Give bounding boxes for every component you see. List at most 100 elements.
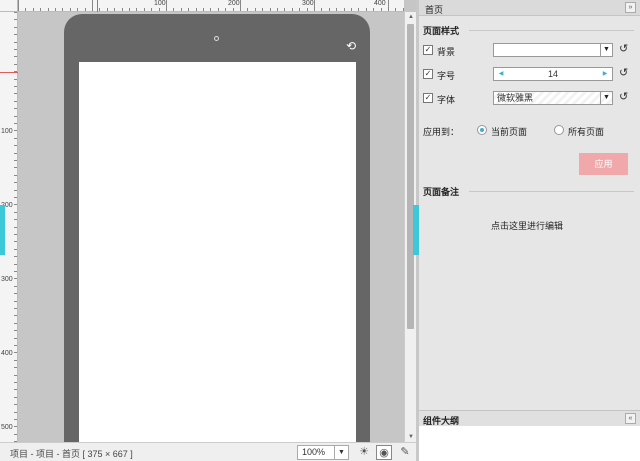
ruler-tick [14, 226, 17, 228]
ruler-tick [14, 337, 17, 339]
ruler-tick [14, 382, 17, 383]
font-row: ✓ 字体 微软雅黑 ▼ ↺ [423, 91, 638, 107]
ruler-tick [299, 8, 301, 11]
scroll-thumb[interactable] [407, 24, 414, 329]
ruler-tick [92, 0, 93, 11]
ruler-tick [14, 367, 17, 369]
ruler-tick [14, 130, 17, 132]
breadcrumb: 项目 - 项目 - 首页 [ 375 × 667 ] [10, 449, 133, 459]
ruler-tick [269, 8, 271, 11]
font-value: 微软雅黑 [497, 93, 534, 103]
ruler-tick [14, 204, 17, 206]
status-bar: 项目 - 项目 - 首页 [ 375 × 667 ] 100% ▼ ☀ ◉ ✎ [0, 442, 416, 461]
ruler-tick [40, 8, 42, 11]
font-size-stepper[interactable]: ◀ 14 ▶ [493, 67, 613, 81]
eye-icon[interactable]: ◉ [376, 445, 392, 460]
background-checkbox[interactable]: ✓ [423, 45, 433, 55]
ruler-tick [14, 278, 17, 280]
canvas-area[interactable]: 100 200 300 400 100 200 300 400 500 ⟲ ▲ … [0, 0, 416, 461]
ruler-marker [97, 0, 98, 12]
ruler-tick [14, 308, 17, 309]
font-select[interactable]: 微软雅黑 ▼ [493, 91, 613, 105]
ruler-tick [14, 411, 17, 413]
background-color-picker[interactable]: ▼ [493, 43, 613, 57]
zoom-select[interactable]: 100% ▼ [297, 445, 349, 460]
ruler-tick [14, 285, 17, 287]
ruler-tick [14, 93, 17, 95]
ruler-tick [203, 8, 204, 11]
ruler-top: 100 200 300 400 [18, 0, 404, 12]
font-size-row: ✓ 字号 ◀ 14 ▶ ↺ [423, 67, 638, 83]
ruler-tick [114, 8, 116, 11]
expand-icon[interactable]: « [625, 413, 636, 424]
font-size-checkbox[interactable]: ✓ [423, 69, 433, 79]
ruler-tick [69, 8, 71, 11]
font-size-value: 14 [547, 69, 558, 79]
ruler-tick [217, 8, 219, 11]
chevron-down-icon[interactable]: ▼ [334, 446, 348, 459]
ruler-tick [84, 8, 86, 11]
ruler-tick [254, 8, 256, 11]
radio-current-page[interactable] [477, 125, 487, 135]
ruler-tick [14, 41, 17, 43]
ruler-tick [262, 8, 264, 11]
ruler-tick [14, 315, 17, 317]
ruler-tick [14, 396, 17, 398]
divider [469, 30, 634, 31]
collapse-icon[interactable]: » [625, 2, 636, 13]
ruler-tick [14, 56, 17, 58]
ruler-tick [14, 271, 17, 272]
ruler-label: 100 [154, 0, 166, 7]
ruler-tick [247, 8, 249, 11]
left-panel-handle[interactable] [0, 205, 5, 255]
ruler-tick [151, 8, 153, 11]
ruler-tick [14, 108, 17, 110]
radio-all-pages[interactable] [554, 125, 564, 135]
ruler-tick [14, 12, 17, 13]
ruler-corner [0, 0, 18, 12]
chevron-down-icon[interactable]: ▼ [600, 92, 612, 104]
ruler-tick [14, 352, 17, 354]
ruler-tick [14, 426, 17, 428]
notes-edit-hint[interactable]: 点击这里进行编辑 [491, 219, 563, 232]
ruler-tick [14, 241, 17, 243]
ruler-tick [14, 145, 17, 147]
ruler-tick [210, 8, 212, 11]
radio-current-page-label[interactable]: 当前页面 [491, 125, 527, 138]
ruler-tick [129, 8, 130, 11]
radio-all-pages-label[interactable]: 所有页面 [568, 125, 604, 138]
ruler-tick [25, 8, 27, 11]
ruler-tick [14, 330, 17, 332]
panel-header: 首页 » [419, 0, 640, 16]
ruler-tick [373, 8, 375, 11]
ruler-tick [99, 8, 101, 11]
ruler-label: 100 [1, 128, 13, 135]
ruler-tick [291, 8, 293, 11]
section-title-page-style: 页面样式 [423, 26, 460, 36]
reset-icon[interactable]: ↺ [619, 90, 628, 103]
ruler-tick [47, 8, 49, 11]
ruler-tick [143, 8, 145, 11]
sun-icon[interactable]: ☀ [356, 445, 372, 460]
reset-icon[interactable]: ↺ [619, 66, 628, 79]
increment-icon[interactable]: ▶ [600, 68, 610, 80]
rotate-icon[interactable]: ⟲ [346, 39, 356, 53]
scroll-up-icon[interactable]: ▲ [405, 12, 417, 22]
ruler-tick [14, 174, 17, 176]
ruler-tick [18, 0, 19, 11]
ruler-tick [232, 8, 234, 11]
font-checkbox[interactable]: ✓ [423, 93, 433, 103]
wrench-icon[interactable]: ✎ [397, 445, 413, 460]
properties-panel: 首页 » 页面样式 ✓ 背景 ▼ ↺ ✓ 字号 ◀ 14 ▶ ↺ ✓ 字体 微软… [419, 0, 640, 461]
scroll-down-icon[interactable]: ▼ [405, 432, 417, 442]
background-row: ✓ 背景 ▼ ↺ [423, 43, 638, 59]
apply-button[interactable]: 应用 [579, 153, 628, 175]
ruler-tick [14, 71, 17, 73]
ruler-tick [14, 300, 17, 302]
reset-icon[interactable]: ↺ [619, 42, 628, 55]
ruler-tick [121, 8, 123, 11]
ruler-tick [14, 248, 17, 250]
device-screen[interactable] [79, 62, 356, 454]
chevron-down-icon[interactable]: ▼ [600, 44, 612, 56]
ruler-tick [106, 8, 108, 11]
